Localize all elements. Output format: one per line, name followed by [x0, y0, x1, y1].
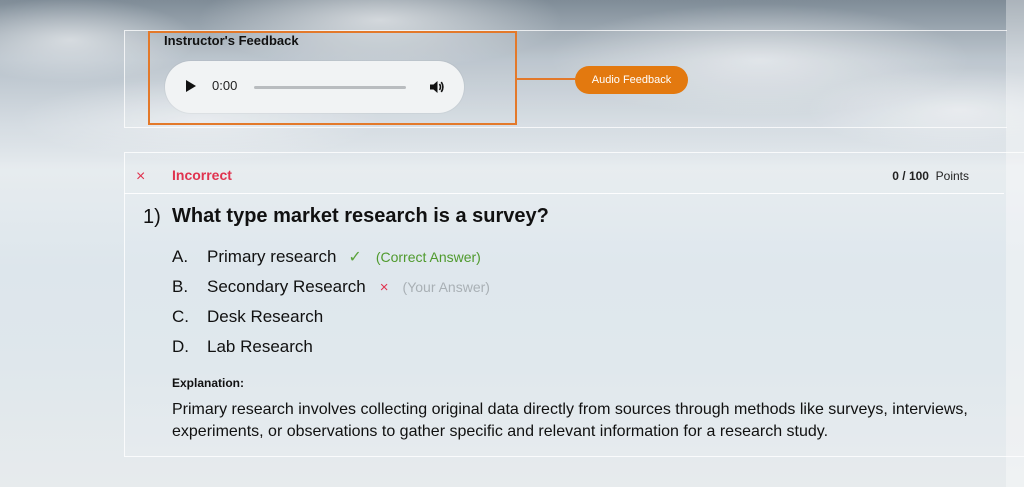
status-label: Incorrect — [172, 167, 232, 183]
explanation-text: Primary research involves collecting ori… — [172, 401, 968, 440]
option-text: Primary research — [207, 247, 337, 266]
score-unit: Points — [935, 169, 969, 183]
option-letter: D. — [172, 337, 189, 356]
audio-feedback-badge: Audio Feedback — [575, 66, 688, 94]
close-icon: × — [379, 279, 389, 296]
option-letter: A. — [172, 247, 189, 266]
checkmark-icon: ✓ — [348, 249, 362, 266]
audio-highlight-box — [148, 31, 517, 125]
option-c: C. Desk Research — [172, 307, 323, 327]
option-b: B. Secondary Research × (Your Answer) — [172, 277, 490, 297]
option-text: Desk Research — [207, 307, 324, 326]
option-letter: B. — [172, 277, 189, 296]
option-text: Lab Research — [207, 337, 313, 356]
score: 0 / 100 Points — [892, 169, 969, 183]
question-text: What type market research is a survey? — [172, 205, 549, 227]
question-number: 1) — [143, 206, 161, 228]
option-d: D. Lab Research — [172, 337, 313, 357]
correct-answer-note: (Correct Answer) — [375, 249, 481, 265]
score-value: 0 / 100 — [892, 169, 929, 183]
option-letter: C. — [172, 307, 189, 326]
option-text: Secondary Research — [207, 277, 366, 296]
close-icon: × — [136, 168, 146, 185]
status-divider — [124, 193, 1004, 194]
option-a: A. Primary research ✓ (Correct Answer) — [172, 247, 481, 267]
explanation-label: Explanation: — [172, 376, 245, 390]
your-answer-note: (Your Answer) — [402, 279, 490, 295]
callout-connector — [517, 78, 575, 80]
